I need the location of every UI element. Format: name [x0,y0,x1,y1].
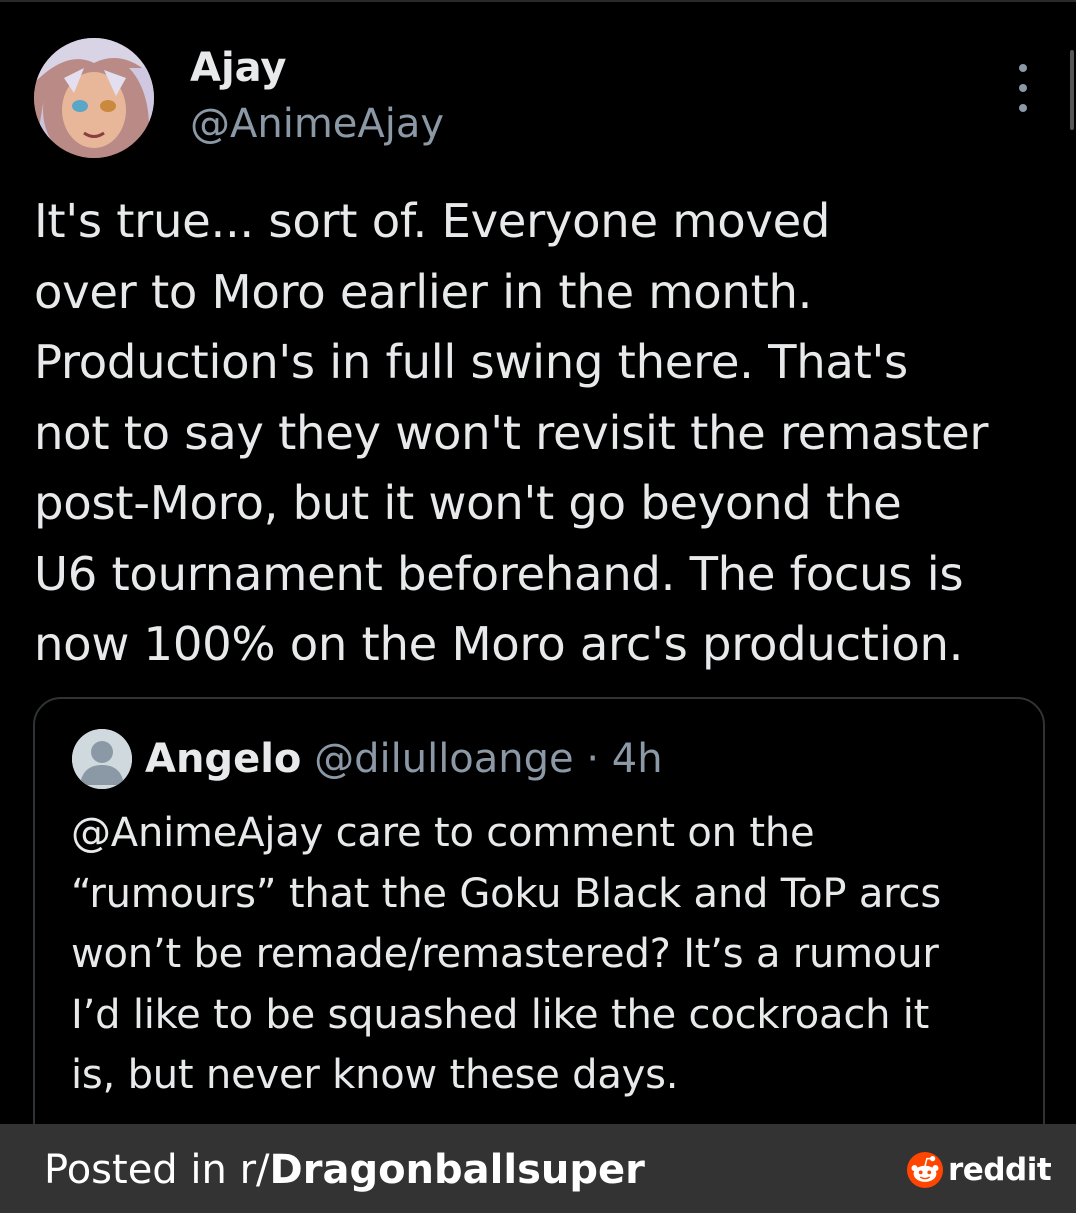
quoted-tweet-header: Angelo @dilulloange · 4h [145,733,663,785]
quoted-author-avatar[interactable] [72,729,132,789]
author-handle[interactable]: @AnimeAjay [190,98,444,150]
default-user-icon [72,729,132,789]
scrollbar[interactable] [1070,50,1074,130]
top-divider [0,0,1076,2]
subreddit-name[interactable]: Dragonballsuper [270,1147,645,1193]
posted-in-label: Posted in r/Dragonballsuper [44,1144,645,1196]
quoted-tweet-card[interactable]: Angelo @dilulloange · 4h @AnimeAjay care… [33,697,1045,1157]
more-vertical-icon [1019,64,1027,72]
posted-in-prefix: Posted in r/ [44,1147,270,1193]
quoted-author-handle[interactable]: @dilulloange [314,736,574,782]
more-options-button[interactable] [1008,64,1038,112]
more-vertical-icon [1019,84,1027,92]
more-vertical-icon [1019,104,1027,112]
quoted-tweet-time[interactable]: 4h [612,736,663,782]
reddit-logo[interactable]: reddit [906,1150,1052,1190]
quoted-tweet-text: @AnimeAjay care to comment on the “rumou… [71,810,941,1098]
reddit-footer-bar: Posted in r/Dragonballsuper reddit [0,1124,1076,1213]
author-name[interactable]: Ajay [190,42,287,94]
tweet-text: It's true... sort of. Everyone moved ove… [34,194,989,671]
header-separator: · [586,736,600,782]
anime-character-avatar-icon [34,38,154,158]
author-avatar[interactable] [34,38,154,158]
reddit-wordmark: reddit [948,1152,1052,1188]
reddit-snoo-icon [906,1151,944,1189]
quoted-author-name[interactable]: Angelo [145,736,301,782]
